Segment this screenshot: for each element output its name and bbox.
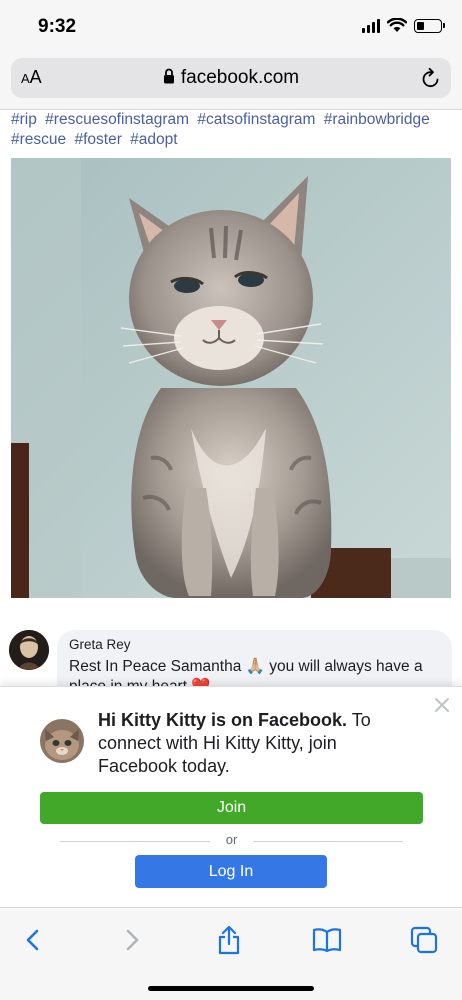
status-bar: 9:32 — [0, 0, 462, 54]
comment-author[interactable]: Greta Rey — [69, 637, 440, 652]
address-bar[interactable]: AA facebook.com — [11, 58, 451, 98]
divider-line-right — [253, 841, 403, 842]
login-prompt-message: Hi Kitty Kitty is on Facebook. To connec… — [98, 709, 398, 778]
page-name: Hi Kitty Kitty is on Facebook. — [98, 710, 348, 730]
hashtag-link[interactable]: #rip — [11, 111, 37, 128]
hashtag-link[interactable]: #rescuesofinstagram — [45, 111, 189, 128]
log-in-button[interactable]: Log In — [135, 855, 327, 888]
tabs-button[interactable] — [408, 924, 440, 956]
page-avatar — [40, 719, 84, 763]
hashtag-link[interactable]: #catsofinstagram — [197, 111, 315, 128]
reload-icon[interactable] — [421, 67, 441, 89]
hashtag-link[interactable]: #adopt — [130, 131, 177, 148]
post-photo[interactable] — [11, 158, 451, 598]
battery-icon — [414, 18, 445, 33]
bookmarks-button[interactable] — [311, 924, 343, 956]
lock-icon — [163, 68, 174, 84]
or-label: or — [225, 832, 238, 847]
join-button[interactable]: Join — [40, 792, 423, 824]
url-text: facebook.com — [180, 67, 300, 88]
kitten-avatar-image — [40, 719, 84, 763]
tabs-icon — [410, 926, 438, 954]
close-icon[interactable] — [432, 695, 452, 715]
wifi-icon — [387, 18, 407, 32]
back-icon — [26, 929, 39, 951]
commenter-avatar-image — [9, 630, 49, 670]
post-hashtags: #rip #rescuesofinstagram #catsofinstagra… — [11, 110, 456, 150]
cellular-signal-icon — [362, 18, 380, 33]
address-bar-area: AA facebook.com — [0, 54, 462, 110]
bookmarks-icon — [312, 928, 342, 953]
or-divider: or — [60, 832, 403, 850]
page: 9:32 AA facebook.com #rip #rescuesofinst… — [0, 0, 462, 1000]
hashtag-link[interactable]: #rescue — [11, 131, 66, 148]
status-icons — [362, 18, 445, 33]
back-button[interactable] — [17, 924, 49, 956]
share-button[interactable] — [213, 924, 245, 956]
commenter-avatar[interactable] — [9, 630, 49, 670]
status-time: 9:32 — [38, 16, 77, 37]
cat-photo-illustration — [11, 158, 451, 598]
url-display[interactable]: facebook.com — [11, 67, 451, 89]
forward-icon — [126, 929, 139, 951]
forward-button[interactable] — [116, 924, 148, 956]
login-prompt-sheet: Hi Kitty Kitty is on Facebook. To connec… — [0, 686, 462, 908]
browser-toolbar — [0, 907, 462, 1000]
home-indicator — [148, 986, 314, 991]
hashtag-link[interactable]: #rainbowbridge — [324, 111, 430, 128]
share-icon — [218, 925, 240, 955]
hashtag-link[interactable]: #foster — [74, 131, 121, 148]
